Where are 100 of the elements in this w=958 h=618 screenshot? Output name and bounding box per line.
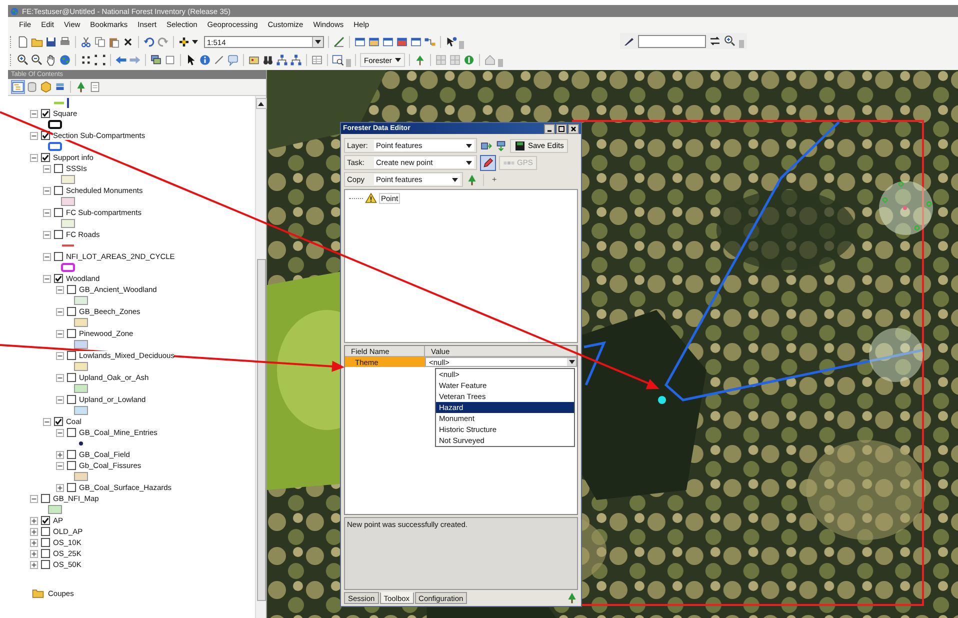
popup-icon[interactable]: [227, 54, 239, 66]
cylinder-icon[interactable]: [26, 81, 38, 93]
window-icon[interactable]: [354, 36, 366, 48]
zoom-out-icon[interactable]: [31, 54, 43, 66]
expand-icon[interactable]: [30, 560, 38, 568]
collapse-icon[interactable]: [30, 494, 38, 502]
four-dots-out-icon[interactable]: [94, 54, 106, 66]
checkbox[interactable]: [41, 153, 50, 162]
hexagon-icon[interactable]: [40, 81, 52, 93]
window-panel-icon[interactable]: [368, 36, 380, 48]
collapse-icon[interactable]: [56, 352, 64, 360]
checkbox[interactable]: [41, 560, 50, 569]
collapse-icon[interactable]: [43, 274, 51, 282]
tree-icon[interactable]: [566, 592, 578, 604]
printer-icon[interactable]: [59, 36, 71, 48]
collapse-icon[interactable]: [56, 286, 64, 294]
folder-icon[interactable]: [31, 36, 43, 48]
layer-tree-icon[interactable]: [466, 174, 478, 186]
checkbox[interactable]: [54, 208, 63, 217]
expand-icon[interactable]: [30, 538, 38, 546]
collapse-icon[interactable]: [43, 164, 51, 172]
hierarchy-icon[interactable]: [290, 54, 302, 66]
checkbox[interactable]: [67, 461, 76, 470]
checkbox[interactable]: [41, 109, 50, 118]
select-arrow-icon[interactable]: [185, 54, 197, 66]
expand-icon[interactable]: [30, 516, 38, 524]
checkbox[interactable]: [54, 417, 63, 426]
minimize-button[interactable]: [544, 124, 555, 134]
photo-pins-icon[interactable]: [248, 54, 260, 66]
collapse-icon[interactable]: [56, 428, 64, 436]
close-button[interactable]: [568, 124, 579, 134]
checkbox[interactable]: [41, 494, 50, 503]
checkbox[interactable]: [54, 230, 63, 239]
square-frame-icon[interactable]: [164, 54, 176, 66]
checkbox[interactable]: [41, 527, 50, 536]
tree-sprout-icon[interactable]: [414, 54, 426, 66]
checkbox[interactable]: [67, 483, 76, 492]
collapse-icon[interactable]: [56, 374, 64, 382]
four-dots-in-icon[interactable]: [80, 54, 92, 66]
checkbox[interactable]: [67, 450, 76, 459]
hierarchy-icon[interactable]: [276, 54, 288, 66]
checkbox[interactable]: [54, 252, 63, 261]
pencil-button[interactable]: [480, 154, 496, 170]
collapse-icon[interactable]: [43, 186, 51, 194]
flow-icon[interactable]: [424, 36, 436, 48]
globe-icon[interactable]: [59, 54, 71, 66]
scrollbar[interactable]: [255, 96, 266, 618]
checkbox[interactable]: [67, 285, 76, 294]
collapse-icon[interactable]: [56, 396, 64, 404]
checkbox[interactable]: [67, 428, 76, 437]
copy-icon[interactable]: [94, 36, 106, 48]
undo-icon[interactable]: [143, 36, 155, 48]
layer-down-icon[interactable]: [495, 140, 507, 152]
expand-icon[interactable]: [30, 550, 38, 558]
collapse-icon[interactable]: [43, 418, 51, 426]
maximize-button[interactable]: [556, 124, 567, 134]
hand-icon[interactable]: [45, 54, 57, 66]
checkbox[interactable]: [41, 549, 50, 558]
redo-icon[interactable]: [157, 36, 169, 48]
checkbox[interactable]: [67, 373, 76, 382]
add-button[interactable]: +: [489, 175, 500, 184]
collapse-icon[interactable]: [43, 208, 51, 216]
expand-icon[interactable]: [56, 484, 64, 492]
caret-icon[interactable]: [192, 40, 198, 44]
checkbox[interactable]: [41, 538, 50, 547]
collapse-icon[interactable]: [43, 252, 51, 260]
paste-icon[interactable]: [108, 36, 120, 48]
expand-icon[interactable]: [30, 528, 38, 536]
checkbox[interactable]: [67, 329, 76, 338]
collapse-icon[interactable]: [30, 110, 38, 118]
collapse-icon[interactable]: [43, 230, 51, 238]
collapse-icon[interactable]: [56, 330, 64, 338]
window-filled-icon[interactable]: [396, 36, 408, 48]
layer-stack-icon[interactable]: [150, 54, 162, 66]
toc-list-icon[interactable]: [12, 81, 24, 93]
checkbox[interactable]: [54, 186, 63, 195]
grid-table-icon[interactable]: [311, 54, 323, 66]
house-icon[interactable]: [484, 54, 496, 66]
zoom-in-icon[interactable]: [724, 35, 736, 47]
collapse-icon[interactable]: [56, 308, 64, 316]
collapse-icon[interactable]: [30, 154, 38, 162]
collapse-icon[interactable]: [30, 132, 38, 140]
collapse-icon[interactable]: [56, 462, 64, 470]
window-icon[interactable]: [382, 36, 394, 48]
zoom-in-icon[interactable]: [17, 54, 29, 66]
window-icon[interactable]: [410, 36, 422, 48]
layer-arrow-icon[interactable]: [480, 140, 492, 152]
info-icon[interactable]: [199, 54, 211, 66]
swap-arrows-icon[interactable]: [709, 35, 721, 47]
back-arrow-icon[interactable]: [115, 54, 127, 66]
tree-icon[interactable]: [75, 81, 87, 93]
layers-icon[interactable]: [54, 81, 66, 93]
scissors-icon[interactable]: [80, 36, 92, 48]
pencil-ruler-icon[interactable]: [333, 36, 345, 48]
checkbox[interactable]: [67, 395, 76, 404]
magnify-window-icon[interactable]: [332, 54, 344, 66]
checkbox[interactable]: [54, 274, 63, 283]
checkbox[interactable]: [41, 516, 50, 525]
checkbox[interactable]: [54, 164, 63, 173]
search-field[interactable]: [638, 34, 706, 48]
